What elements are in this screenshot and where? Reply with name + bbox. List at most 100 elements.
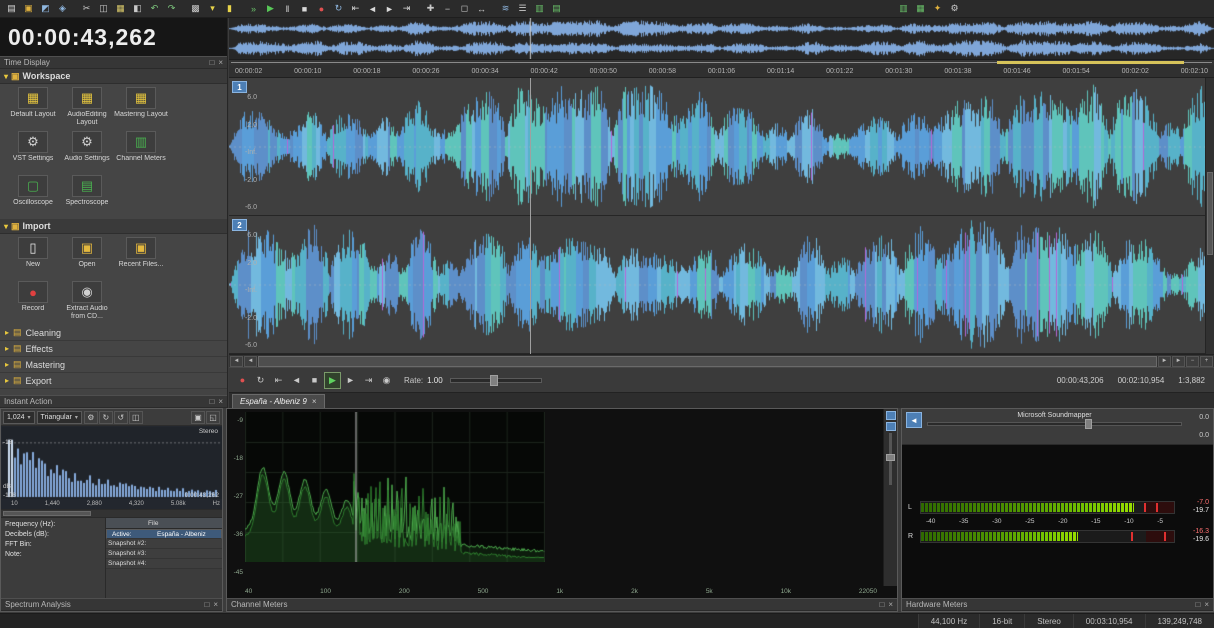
stop-button[interactable]: ■: [306, 372, 323, 389]
close-icon[interactable]: ×: [218, 397, 223, 406]
snapshot-row[interactable]: Snapshot #3:: [106, 549, 222, 559]
save-icon[interactable]: ◩: [37, 1, 54, 16]
import-item[interactable]: ▣ Recent Files...: [114, 237, 168, 278]
slider-thumb[interactable]: [886, 453, 895, 461]
waveform-canvas-2[interactable]: [229, 216, 1214, 353]
float-icon[interactable]: □: [879, 600, 884, 609]
monitor-button[interactable]: ◉: [378, 372, 395, 389]
speaker-icon[interactable]: ◄: [906, 412, 922, 428]
close-icon[interactable]: ×: [312, 397, 317, 406]
workspace-item[interactable]: ⚙ Audio Settings: [60, 131, 114, 172]
zoom-out-icon[interactable]: −: [1186, 355, 1199, 367]
workspace-item[interactable]: ▦ Mastering Layout: [114, 87, 168, 128]
overview-waveform-canvas[interactable]: [229, 18, 1214, 59]
rewind-icon[interactable]: ◄: [364, 1, 381, 16]
loop-playback-button[interactable]: ↻: [252, 372, 269, 389]
stop-icon[interactable]: ■: [296, 1, 313, 16]
record-icon[interactable]: ●: [313, 1, 330, 16]
workspace-item[interactable]: ▢ Oscilloscope: [6, 175, 60, 216]
scroll-left-page-icon[interactable]: ◄: [244, 355, 257, 367]
undo-icon[interactable]: ↶: [146, 1, 163, 16]
channel-2-badge[interactable]: 2: [232, 219, 247, 231]
vertical-scrollbar[interactable]: [1205, 78, 1214, 354]
status-item[interactable]: 00:03:10,954: [1072, 614, 1145, 628]
waveform-channel-1[interactable]: 1 6.0 2.0 -Inf. -2.0 -6.0: [229, 78, 1214, 216]
freeze-icon[interactable]: ▣: [191, 410, 205, 424]
settings-gear-icon[interactable]: ⚙: [83, 410, 98, 424]
zoom-in-icon[interactable]: ✚: [422, 1, 439, 16]
workspace-item[interactable]: ▤ Spectroscope: [60, 175, 114, 216]
close-icon[interactable]: ×: [888, 600, 893, 609]
refresh-icon[interactable]: ↻: [98, 410, 113, 424]
import-item[interactable]: ● Record: [6, 281, 60, 322]
workspace-item[interactable]: ▥ Channel Meters: [114, 131, 168, 172]
render-as-icon[interactable]: ◈: [54, 1, 71, 16]
region-icon[interactable]: ▮: [221, 1, 238, 16]
waveform-channel-2[interactable]: 2 6.0 2.0 -Inf. -2.0 -6.0: [229, 216, 1214, 354]
channel-1-badge[interactable]: 1: [232, 81, 247, 93]
forward-button[interactable]: ►: [342, 372, 359, 389]
explorer-section[interactable]: ▸ ▤ Mastering: [0, 357, 227, 373]
workspace-item[interactable]: ⚙ VST Settings: [6, 131, 60, 172]
rewind-button[interactable]: ◄: [288, 372, 305, 389]
overview-scrollbar[interactable]: [229, 60, 1214, 65]
status-item[interactable]: 44,100 Hz: [917, 614, 979, 628]
zoom-selection-icon[interactable]: ◻: [456, 1, 473, 16]
go-to-start-button[interactable]: ⇤: [270, 372, 287, 389]
overview-range[interactable]: [997, 61, 1185, 64]
snap-icon[interactable]: ▩: [187, 1, 204, 16]
output-gain-slider[interactable]: [927, 419, 1182, 429]
redo-icon[interactable]: ↷: [163, 1, 180, 16]
float-icon[interactable]: □: [209, 397, 214, 406]
cut-icon[interactable]: ✂: [78, 1, 95, 16]
explorer-section[interactable]: ▸ ▤ Export: [0, 373, 227, 389]
forward-icon[interactable]: ►: [381, 1, 398, 16]
scrollbar-thumb[interactable]: [258, 355, 1157, 367]
pause-icon[interactable]: ‖: [279, 1, 296, 16]
document-tab[interactable]: España - Albeniz 9 ×: [232, 394, 325, 408]
paste-icon[interactable]: ▦: [112, 1, 129, 16]
waveform-canvas-1[interactable]: [229, 78, 1214, 215]
spectrum-scrollbar[interactable]: [1, 510, 222, 518]
meter-options-button[interactable]: [885, 411, 896, 420]
close-icon[interactable]: ×: [218, 58, 223, 67]
status-item[interactable]: 139,249,748: [1144, 614, 1214, 628]
explorer-section[interactable]: ▸ ▤ Cleaning: [0, 325, 227, 341]
go-to-start-icon[interactable]: ⇤: [347, 1, 364, 16]
detach-icon[interactable]: ◱: [206, 410, 220, 424]
spectrum-canvas[interactable]: [2, 427, 222, 499]
open-file-icon[interactable]: ▣: [20, 1, 37, 16]
meter-scale-slider[interactable]: [886, 433, 895, 485]
crossfade-icon[interactable]: ≋: [497, 1, 514, 16]
float-icon[interactable]: □: [1195, 600, 1200, 609]
channel-meters-canvas[interactable]: [245, 412, 545, 562]
workspace-item[interactable]: ▦ Default Layout: [6, 87, 60, 128]
zoom-window-icon[interactable]: ↔: [473, 1, 490, 16]
scroll-right-page-icon[interactable]: ►: [1158, 355, 1171, 367]
snapshot-icon[interactable]: ◫: [128, 410, 143, 424]
hardware-meters-icon[interactable]: ▦: [912, 1, 929, 16]
close-icon[interactable]: ×: [213, 600, 218, 609]
loop-icon[interactable]: ↻: [330, 1, 347, 16]
fft-size-select[interactable]: 1,024 ▾: [3, 410, 35, 424]
go-to-end-button[interactable]: ⇥: [360, 372, 377, 389]
record-button[interactable]: ●: [234, 372, 251, 389]
copy-icon[interactable]: ◫: [95, 1, 112, 16]
scroll-left-icon[interactable]: ◄: [230, 355, 243, 367]
channel-meters-icon[interactable]: ▥: [895, 1, 912, 16]
settings-icon[interactable]: ⚙: [946, 1, 963, 16]
workspace-item[interactable]: ▦ AudioEditing Layout: [60, 87, 114, 128]
channel-meters-display[interactable]: -9 -18 -27 -36 -45 40 100 200 500 1k 2k 5k 10k 22050: [227, 409, 897, 598]
normalize-icon[interactable]: ☰: [514, 1, 531, 16]
snapshot-row[interactable]: Active: España - Albeniz: [106, 529, 222, 539]
import-section-header[interactable]: ▾ ▣ Import: [0, 219, 227, 234]
marker-icon[interactable]: ▾: [204, 1, 221, 16]
close-icon[interactable]: ×: [1204, 600, 1209, 609]
statistics-icon[interactable]: ▥: [531, 1, 548, 16]
import-item[interactable]: ◉ Extract Audio from CD...: [60, 281, 114, 322]
spectrum-icon[interactable]: ▤: [548, 1, 565, 16]
scrollbar-thumb[interactable]: [3, 511, 92, 516]
trim-icon[interactable]: ◧: [129, 1, 146, 16]
snapshot-row[interactable]: Snapshot #2:: [106, 539, 222, 549]
import-item[interactable]: ▣ Open: [60, 237, 114, 278]
